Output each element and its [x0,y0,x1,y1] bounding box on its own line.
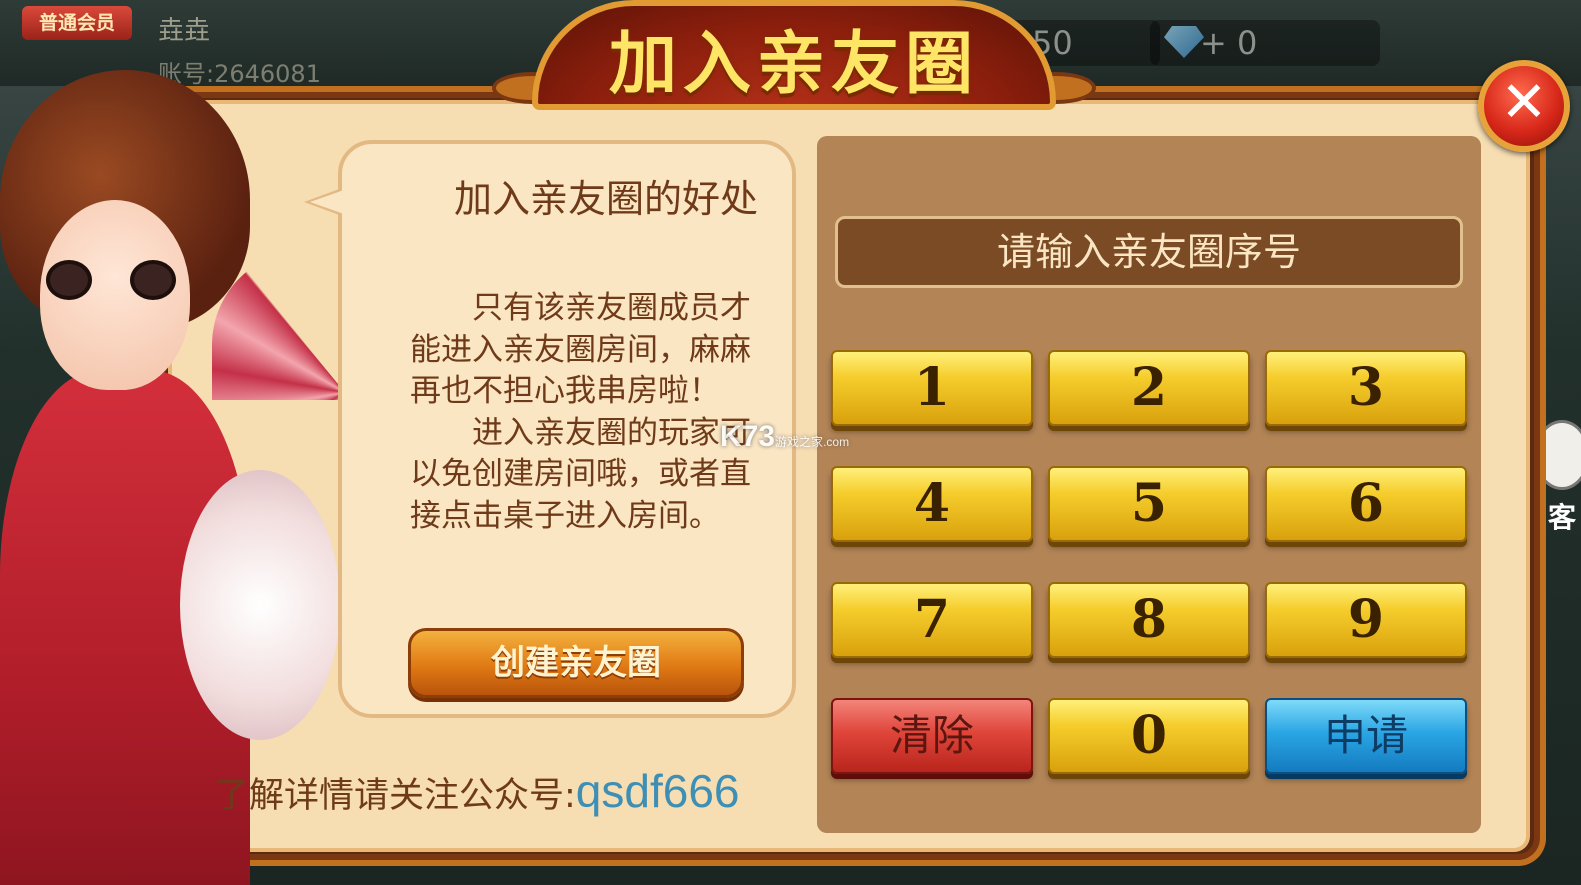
watermark-brand: K73 [720,420,776,453]
service-label: 客 [1548,501,1577,534]
clear-button[interactable]: 清除 [831,698,1033,774]
dialog-title-banner: 加入亲友圈 [492,0,1096,120]
username: 垚垚 [158,16,211,46]
close-button[interactable]: ✕ [1478,60,1570,152]
character-eye-right [130,260,176,300]
key-1[interactable]: 1 [831,350,1033,426]
dialog-title: 加入亲友圈 [608,24,979,104]
gem-value: + 0 [1200,24,1258,62]
clear-label: 清除 [889,711,974,760]
keypad-panel: 请输入亲友圈序号 1 2 3 4 5 6 7 8 9 清除 0 申请 [817,136,1481,833]
key-7[interactable]: 7 [831,582,1033,658]
key-8-label: 8 [1130,589,1168,650]
circle-code-placeholder: 请输入亲友圈序号 [996,230,1301,274]
key-8[interactable]: 8 [1048,582,1250,658]
wechat-account-note: 了解详情请关注公众号:qsdf666 [214,764,740,817]
key-0-label: 0 [1130,705,1168,766]
key-6[interactable]: 6 [1265,466,1467,542]
key-0[interactable]: 0 [1048,698,1250,774]
benefits-paragraph-1: 只有该亲友圈成员才能进入亲友圈房间，麻麻再也不担心我串房啦！ [410,290,751,409]
key-4[interactable]: 4 [831,466,1033,542]
key-5[interactable]: 5 [1048,466,1250,542]
k73-watermark: K73游戏之家.com [720,420,849,454]
watermark-sub: 游戏之家 [775,435,824,449]
fur-sleeve [180,470,340,740]
benefits-paragraph-2: 进入亲友圈的玩家可以免创建房间哦，或者直接点击桌子进入房间。 [410,414,751,534]
wechat-note-label: 了解详情请关注公众号: [214,776,576,816]
key-3[interactable]: 3 [1265,350,1467,426]
key-9-label: 9 [1347,589,1385,650]
key-3-label: 3 [1347,357,1385,418]
create-circle-label: 创建亲友圈 [491,643,661,683]
key-4-label: 4 [913,473,951,534]
bubble-tail-fill [310,190,344,214]
watermark-domain: .com [823,435,850,449]
apply-button[interactable]: 申请 [1265,698,1467,774]
character-eye-left [46,260,92,300]
vip-badge: 普通会员 [22,6,132,40]
close-icon: ✕ [1500,70,1548,135]
gem-counter: + 0 [1150,20,1380,66]
circle-code-input[interactable]: 请输入亲友圈序号 [835,216,1463,288]
key-9[interactable]: 9 [1265,582,1467,658]
key-7-label: 7 [913,589,951,650]
benefits-text: 只有该亲友圈成员才能进入亲友圈房间，麻麻再也不担心我串房啦！ 进入亲友圈的玩家可… [410,288,762,537]
key-5-label: 5 [1130,473,1168,534]
key-1-label: 1 [913,357,951,418]
wechat-account-id: qsdf666 [575,765,740,817]
key-6-label: 6 [1347,473,1385,534]
create-circle-button[interactable]: 创建亲友圈 [408,628,744,698]
key-2[interactable]: 2 [1048,350,1250,426]
apply-label: 申请 [1323,711,1408,760]
benefits-title: 加入亲友圈的好处 [453,177,758,221]
key-2-label: 2 [1130,357,1168,418]
diamond-icon [1164,26,1204,58]
